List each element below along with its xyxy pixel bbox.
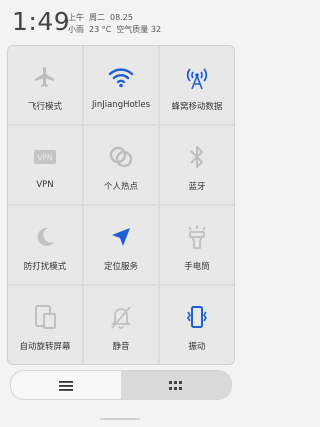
grid-view-button[interactable] xyxy=(121,371,231,399)
mute-bell-icon xyxy=(106,302,136,332)
toggle-mute[interactable]: 静音 xyxy=(84,286,158,364)
toggle-label: 振动 xyxy=(188,342,206,352)
toggle-label: 飞行模式 xyxy=(27,102,62,112)
vpn-icon: VPN xyxy=(30,142,60,172)
weather-label: 小雨 xyxy=(68,25,84,34)
weather-line: 小雨 23 °C 空气质量 32 xyxy=(68,24,166,35)
airplane-icon xyxy=(30,62,60,92)
location-arrow-icon xyxy=(106,222,136,252)
toggle-label: 蜂窝移动数据 xyxy=(171,102,223,112)
moon-icon xyxy=(30,222,60,252)
temperature-label: 23 °C xyxy=(89,25,112,34)
toggle-label: 蓝牙 xyxy=(188,182,206,192)
toggle-vpn[interactable]: VPN VPN xyxy=(8,126,82,204)
view-switcher xyxy=(10,370,232,400)
menu-icon xyxy=(59,376,73,395)
cellular-tower-icon xyxy=(182,62,212,92)
rotate-screen-icon xyxy=(30,302,60,332)
wifi-icon xyxy=(106,62,136,92)
weekday-label: 周二 xyxy=(89,13,105,22)
toggle-vibrate[interactable]: 振动 xyxy=(160,286,234,364)
toggle-wifi[interactable]: JinJiangHotles xyxy=(84,46,158,124)
quick-settings-panel: 飞行模式 JinJiangHotles 蜂窝移动数据 VPN VPN 个人热点 … xyxy=(7,45,235,365)
toggle-label: 防打扰模式 xyxy=(23,262,67,272)
toggle-bluetooth[interactable]: 蓝牙 xyxy=(160,126,234,204)
list-view-button[interactable] xyxy=(11,371,121,399)
date-label: 08.25 xyxy=(110,13,133,22)
toggle-auto-rotate[interactable]: 自动旋转屏幕 xyxy=(8,286,82,364)
hotspot-icon xyxy=(106,142,136,172)
toggle-label: 静音 xyxy=(112,342,130,352)
date-line: 上午 周二 08.25 xyxy=(68,12,138,23)
toggle-label: 自动旋转屏幕 xyxy=(19,342,71,352)
toggle-do-not-disturb[interactable]: 防打扰模式 xyxy=(8,206,82,284)
drag-handle[interactable] xyxy=(100,418,140,420)
toggle-label: VPN xyxy=(36,180,54,190)
toggle-cellular-data[interactable]: 蜂窝移动数据 xyxy=(160,46,234,124)
svg-text:VPN: VPN xyxy=(37,154,52,163)
toggle-airplane-mode[interactable]: 飞行模式 xyxy=(8,46,82,124)
toggle-hotspot[interactable]: 个人热点 xyxy=(84,126,158,204)
vibrate-icon xyxy=(182,302,212,332)
toggle-flashlight[interactable]: 手电筒 xyxy=(160,206,234,284)
grid-icon xyxy=(169,376,183,395)
toggle-label: JinJiangHotles xyxy=(91,100,151,110)
bluetooth-icon xyxy=(182,142,212,172)
status-header: 1:49 上午 周二 08.25 小雨 23 °C 空气质量 32 xyxy=(0,0,240,44)
toggle-label: 手电筒 xyxy=(184,262,210,272)
clock-time: 1:49 xyxy=(12,7,71,36)
flashlight-icon xyxy=(182,222,212,252)
air-quality-label: 空气质量 32 xyxy=(116,25,162,34)
toggle-label: 个人热点 xyxy=(103,182,138,192)
ampm-label: 上午 xyxy=(68,13,84,22)
toggle-label: 定位服务 xyxy=(103,262,138,272)
toggle-location[interactable]: 定位服务 xyxy=(84,206,158,284)
